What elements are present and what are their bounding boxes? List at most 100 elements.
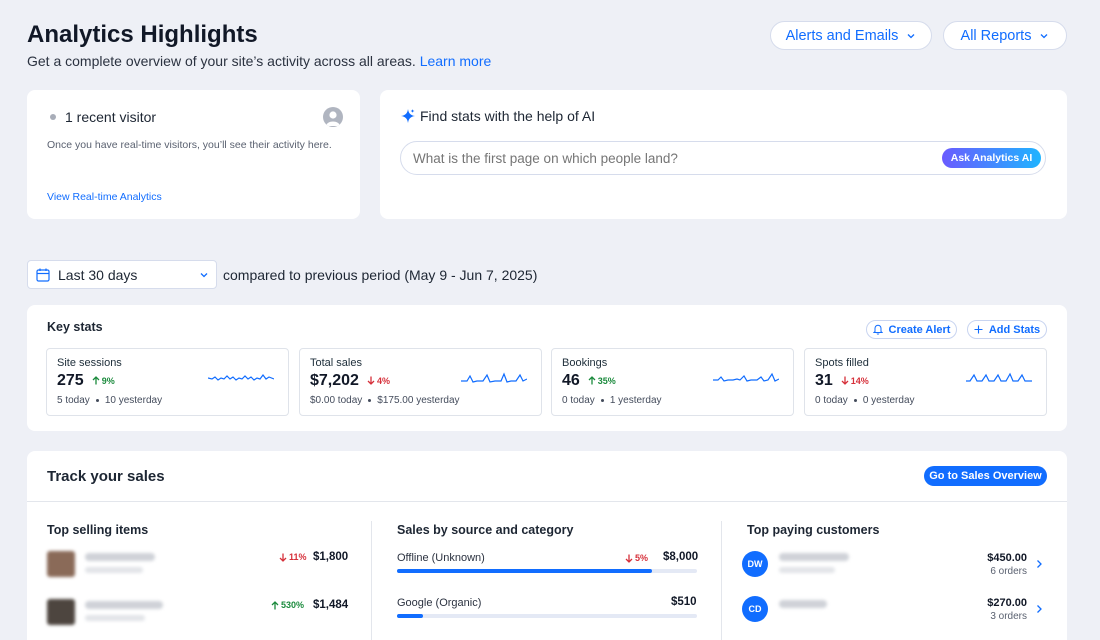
stat-yesterday: 0 yesterday — [862, 395, 915, 406]
column-divider — [371, 521, 372, 640]
product-name-blurred — [85, 601, 163, 609]
stat-change-value: 14% — [850, 375, 869, 386]
sparkline-chart — [713, 372, 779, 382]
chevron-down-icon — [1040, 33, 1048, 38]
add-stats-button[interactable]: Add Stats — [967, 320, 1047, 339]
source-progress-track — [397, 569, 697, 573]
stat-card-site-sessions[interactable]: Site sessions 275 9% 5 today 10 yesterday — [46, 348, 289, 416]
chevron-right-icon[interactable] — [1035, 604, 1043, 614]
all-reports-button[interactable]: All Reports — [943, 21, 1067, 50]
customer-avatar: DW — [742, 551, 768, 577]
top-selling-items-title: Top selling items — [47, 523, 149, 537]
stat-value-number: 275 — [57, 372, 84, 389]
sparkline-chart — [461, 372, 527, 383]
chevron-right-icon[interactable] — [1035, 559, 1043, 569]
chevron-down-icon — [200, 273, 208, 278]
product-detail-blurred — [85, 615, 145, 621]
stat-yesterday: $175.00 yesterday — [377, 395, 460, 406]
date-range-value: Last 30 days — [58, 267, 138, 283]
arrow-down-icon — [367, 376, 375, 385]
stat-value: 275 9% — [57, 372, 115, 390]
date-range-select[interactable]: Last 30 days — [27, 260, 217, 289]
create-alert-label: Create Alert — [888, 323, 951, 336]
product-thumbnail — [47, 599, 75, 625]
source-progress-track — [397, 614, 697, 618]
create-alert-button[interactable]: Create Alert — [866, 320, 957, 339]
sparkline-chart — [208, 374, 274, 381]
stat-card-spots-filled[interactable]: Spots filled 31 14% 0 today 0 yesterday — [804, 348, 1047, 416]
stat-change: 35% — [588, 376, 616, 386]
product-name-blurred — [85, 553, 155, 561]
stat-subtext: $0.00 today $175.00 yesterday — [310, 395, 460, 406]
key-stats-title: Key stats — [47, 320, 103, 334]
source-amount: $8,000 — [663, 551, 699, 563]
top-item-change: 11% — [279, 552, 307, 562]
stat-title: Bookings — [562, 357, 608, 369]
stat-card-total-sales[interactable]: Total sales $7,202 4% $0.00 today $175.00… — [299, 348, 542, 416]
customer-name-blurred — [779, 553, 849, 561]
arrow-down-icon — [841, 376, 849, 385]
section-divider — [27, 501, 1067, 502]
plus-icon — [974, 325, 983, 334]
stat-change: 9% — [92, 376, 115, 386]
arrow-up-icon — [271, 600, 279, 609]
bell-icon — [872, 324, 883, 335]
recent-visitors-description: Once you have real-time visitors, you’ll… — [47, 139, 332, 151]
stat-title: Spots filled — [815, 357, 869, 369]
key-stats-card: Key stats Create Alert Add Stats Site se… — [27, 305, 1067, 431]
period-comparison-text: compared to previous period (May 9 - Jun… — [223, 267, 538, 283]
top-item-amount: $1,484 — [313, 599, 349, 611]
customer-name-blurred — [779, 600, 827, 608]
customer-detail-blurred — [779, 567, 835, 573]
learn-more-link[interactable]: Learn more — [420, 53, 492, 69]
add-stats-label: Add Stats — [988, 323, 1041, 336]
track-sales-title: Track your sales — [47, 468, 165, 485]
stat-value-number: $7,202 — [310, 372, 359, 389]
column-divider — [721, 521, 722, 640]
top-item-change-value: 11% — [289, 552, 307, 562]
visitor-avatar-icon — [323, 107, 343, 127]
recent-visitors-card: 1 recent visitor Once you have real-time… — [27, 90, 360, 219]
stat-today: 5 today — [57, 395, 90, 406]
stat-value-number: 31 — [815, 372, 833, 389]
sparkline-chart — [966, 372, 1032, 382]
page-subtitle: Get a complete overview of your site’s a… — [27, 53, 491, 69]
stat-value-number: 46 — [562, 372, 580, 389]
visitor-status-dot — [50, 114, 56, 120]
stat-today: $0.00 today — [310, 395, 363, 406]
page-title: Analytics Highlights — [27, 21, 258, 48]
sales-by-source-title: Sales by source and category — [397, 523, 574, 537]
subtitle-text: Get a complete overview of your site’s a… — [27, 53, 416, 69]
arrow-down-icon — [625, 554, 633, 563]
source-progress-fill — [397, 569, 652, 573]
view-realtime-analytics-link[interactable]: View Real-time Analytics — [47, 191, 162, 203]
stat-subtext: 0 today 1 yesterday — [562, 395, 662, 406]
stat-title: Site sessions — [57, 357, 122, 369]
arrow-up-icon — [588, 376, 596, 385]
ai-search-input[interactable] — [413, 149, 933, 167]
stat-card-bookings[interactable]: Bookings 46 35% 0 today 1 yesterday — [551, 348, 794, 416]
recent-visitors-title: 1 recent visitor — [65, 109, 157, 125]
stat-change-value: 4% — [376, 375, 390, 386]
arrow-down-icon — [279, 553, 287, 562]
stat-yesterday: 1 yesterday — [609, 395, 662, 406]
alerts-and-emails-button[interactable]: Alerts and Emails — [770, 21, 932, 50]
source-progress-fill — [397, 614, 423, 618]
ai-search-field[interactable]: Ask Analytics AI — [400, 141, 1046, 175]
customer-orders: 6 orders — [990, 566, 1027, 577]
go-to-sales-overview-button[interactable]: Go to Sales Overview — [924, 466, 1047, 486]
ai-stats-card: Find stats with the help of AI Ask Analy… — [380, 90, 1067, 219]
source-label: Google (Organic) — [397, 597, 482, 609]
all-reports-label: All Reports — [960, 27, 1032, 44]
arrow-up-icon — [92, 376, 100, 385]
calendar-icon — [36, 268, 50, 282]
stat-today: 0 today — [562, 395, 595, 406]
stat-change-value: 35% — [597, 375, 616, 386]
customer-orders: 3 orders — [990, 611, 1027, 622]
ask-analytics-ai-button[interactable]: Ask Analytics AI — [942, 148, 1041, 168]
customer-avatar: CD — [742, 596, 768, 622]
track-sales-card: Track your sales Go to Sales Overview To… — [27, 451, 1067, 640]
stat-title: Total sales — [310, 357, 362, 369]
stat-value: 46 35% — [562, 372, 616, 390]
alerts-and-emails-label: Alerts and Emails — [785, 27, 899, 44]
